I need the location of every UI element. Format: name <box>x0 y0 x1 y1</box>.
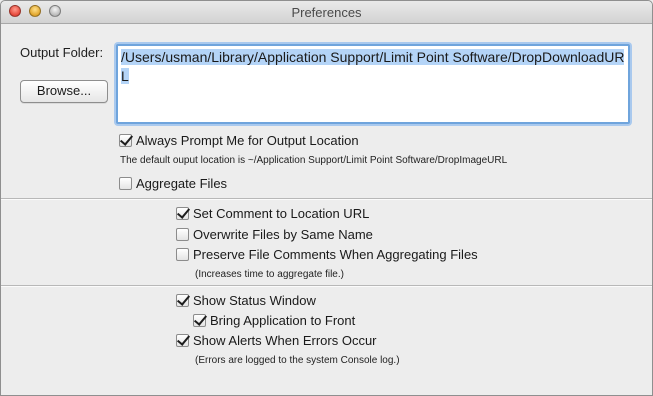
show-status-checkbox[interactable] <box>176 294 189 307</box>
separator <box>1 198 652 200</box>
aggregate-files-checkbox[interactable] <box>119 177 132 190</box>
title-bar: Preferences <box>1 1 652 24</box>
show-status-label[interactable]: Show Status Window <box>193 293 316 308</box>
output-folder-path: /Users/usman/Library/Application Support… <box>121 49 625 84</box>
always-prompt-checkbox[interactable] <box>119 134 132 147</box>
output-folder-label: Output Folder: <box>20 45 104 60</box>
separator <box>1 285 652 287</box>
set-comment-checkbox[interactable] <box>176 207 189 220</box>
show-alerts-label[interactable]: Show Alerts When Errors Occur <box>193 333 377 348</box>
preserve-comments-label[interactable]: Preserve File Comments When Aggregating … <box>193 247 478 262</box>
aggregate-time-note: (Increases time to aggregate file.) <box>195 269 344 280</box>
preserve-comments-checkbox[interactable] <box>176 248 189 261</box>
preferences-window: Preferences Output Folder: Browse... /Us… <box>0 0 653 396</box>
show-alerts-checkbox[interactable] <box>176 334 189 347</box>
always-prompt-label[interactable]: Always Prompt Me for Output Location <box>136 133 359 148</box>
window-title: Preferences <box>291 5 362 20</box>
aggregate-files-label[interactable]: Aggregate Files <box>136 176 227 191</box>
bring-to-front-label[interactable]: Bring Application to Front <box>210 313 355 328</box>
browse-button[interactable]: Browse... <box>20 80 108 103</box>
overwrite-files-label[interactable]: Overwrite Files by Same Name <box>193 227 373 242</box>
set-comment-label[interactable]: Set Comment to Location URL <box>193 206 369 221</box>
bring-to-front-checkbox[interactable] <box>193 314 206 327</box>
default-location-note: The default ouput location is ~/Applicat… <box>120 155 508 166</box>
console-log-note: (Errors are logged to the system Console… <box>195 355 400 366</box>
output-folder-field[interactable]: /Users/usman/Library/Application Support… <box>116 44 630 124</box>
overwrite-files-checkbox[interactable] <box>176 228 189 241</box>
